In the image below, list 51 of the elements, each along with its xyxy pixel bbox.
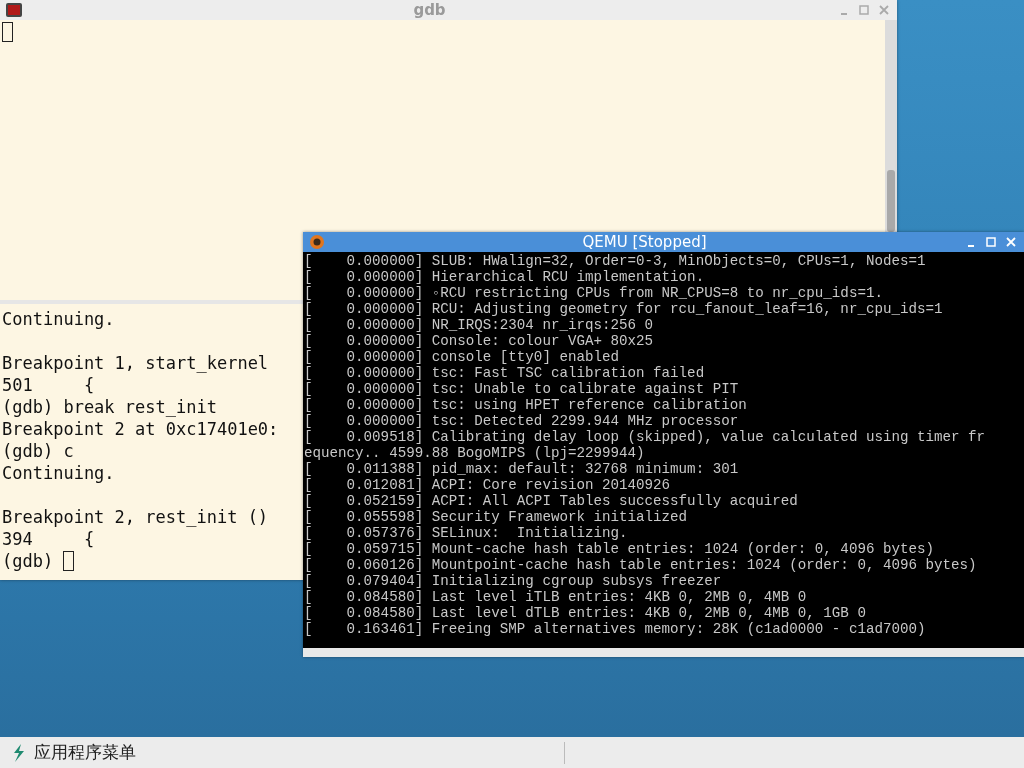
console-line: [ 0.084580] Last level dTLB entries: 4KB 0, 2MB 0, 4MB 0, 1GB 0 bbox=[304, 605, 867, 621]
minimize-icon bbox=[841, 13, 847, 15]
maximize-icon bbox=[858, 4, 870, 16]
console-line: [ 0.060126] Mountpoint-cache hash table entries: 1024 (order: 0, 4096 bytes) bbox=[304, 557, 978, 573]
console-line: Continuing. bbox=[2, 462, 115, 484]
close-icon bbox=[1005, 236, 1017, 248]
console-line: [ 0.000000] tsc: Detected 2299.944 MHz processor bbox=[304, 413, 740, 429]
console-line: [ 0.057376] SELinux: Initializing. bbox=[304, 525, 629, 541]
console-line: [ 0.079404] Initializing cgroup subsys freezer bbox=[304, 573, 723, 589]
console-line: [ 0.000000] RCU: Adjusting geometry for rcu_fanout_leaf=16, nr_cpu_ids=1 bbox=[304, 301, 944, 317]
console-line: Breakpoint 1, start_kernel bbox=[2, 352, 269, 374]
console-line: Breakpoint 2 at 0xc17401e0: bbox=[2, 418, 279, 440]
close-icon bbox=[878, 4, 890, 16]
console-line: [ 0.009518] Calibrating delay loop (skipped), value calculated using timer fr bbox=[304, 429, 987, 445]
console-line: [ 0.000000] Hierarchical RCU implementation. bbox=[304, 269, 706, 285]
maximize-button[interactable] bbox=[857, 3, 871, 17]
maximize-icon bbox=[985, 236, 997, 248]
console-line: [ 0.084580] Last level iTLB entries: 4KB 0, 2MB 0, 4MB 0 bbox=[304, 589, 808, 605]
console-line: [ 0.059715] Mount-cache hash table entries: 1024 (order: 0, 4096 bytes) bbox=[304, 541, 936, 557]
console-line: [ 0.000000] console [tty0] enabled bbox=[304, 349, 620, 365]
text-cursor bbox=[63, 551, 75, 571]
maximize-button[interactable] bbox=[984, 235, 998, 249]
window-title: QEMU [Stopped] bbox=[581, 233, 708, 251]
console-line: [ 0.163461] Freeing SMP alternatives memory: 28K (c1ad0000 - c1ad7000) bbox=[304, 621, 927, 637]
console-line: [ 0.011388] pid_max: default: 32768 minimum: 301 bbox=[304, 461, 740, 477]
console-line: equency.. 4599.88 BogoMIPS (lpj=2299944) bbox=[304, 445, 646, 461]
console-line: (gdb) bbox=[2, 550, 55, 572]
console-line: [ 0.000000] ◦RCU restricting CPUs from NR_CPUS=8 to nr_cpu_ids=1. bbox=[304, 285, 884, 301]
close-button[interactable] bbox=[1004, 235, 1018, 249]
console-line: [ 0.000000] SLUB: HWalign=32, Order=0-3, MinObjects=0, CPUs=1, Nodes=1 bbox=[304, 253, 927, 269]
terminal-icon bbox=[6, 3, 22, 17]
console-line: Breakpoint 2, rest_init () bbox=[2, 506, 269, 528]
console-line: [ 0.000000] tsc: Fast TSC calibration failed bbox=[304, 365, 706, 381]
window-title: gdb bbox=[412, 1, 447, 19]
console-line: 394 { bbox=[2, 528, 95, 550]
console-line: 501 { bbox=[2, 374, 95, 396]
close-button[interactable] bbox=[877, 3, 891, 17]
console-line: [ 0.012081] ACPI: Core revision 20140926 bbox=[304, 477, 672, 493]
console-line: (gdb) break rest_init bbox=[2, 396, 217, 418]
console-line: [ 0.055598] Security Framework initialized bbox=[304, 509, 689, 525]
minimize-icon bbox=[968, 245, 974, 247]
console-line: (gdb) c bbox=[2, 440, 74, 462]
console-line: [ 0.000000] Console: colour VGA+ 80x25 bbox=[304, 333, 655, 349]
console-line: [ 0.000000] tsc: Unable to calibrate against PIT bbox=[304, 381, 740, 397]
console-line: [ 0.000000] tsc: using HPET reference calibration bbox=[304, 397, 748, 413]
applications-menu[interactable]: 应用程序菜单 bbox=[34, 741, 136, 764]
app-icon bbox=[309, 234, 325, 250]
console-line: [ 0.000000] NR_IRQS:2304 nr_irqs:256 0 bbox=[304, 317, 655, 333]
text-cursor bbox=[2, 22, 13, 42]
console-line: [ 0.052159] ACPI: All ACPI Tables successfully acquired bbox=[304, 493, 799, 509]
console-line: Continuing. bbox=[2, 308, 115, 330]
